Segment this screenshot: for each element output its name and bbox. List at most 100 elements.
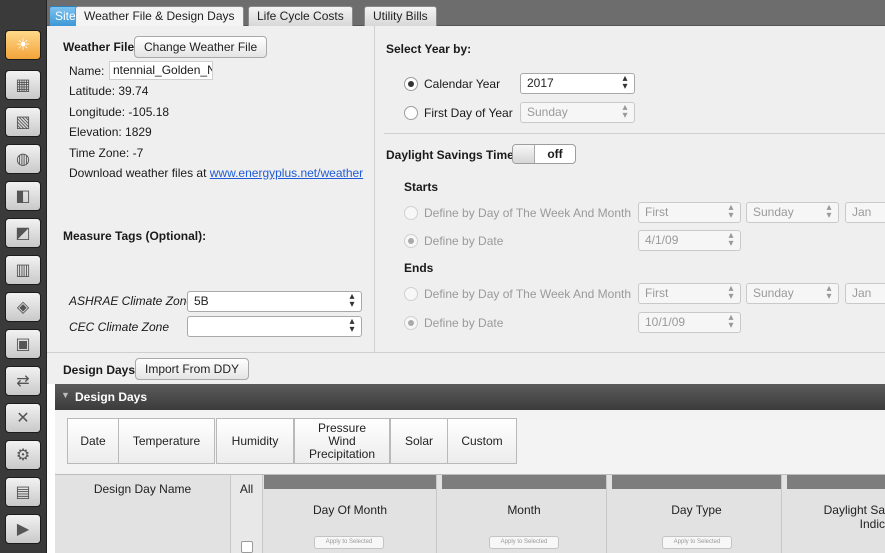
weather-name-label: Name: bbox=[69, 64, 105, 78]
apply-to-selected-button[interactable]: Apply to Selected bbox=[489, 536, 559, 549]
field-tab-humidity[interactable]: Humidity bbox=[216, 418, 294, 464]
stepper-arrows-icon: ▴ ▾ bbox=[728, 312, 734, 331]
daylight-savings-toggle[interactable]: off bbox=[512, 144, 576, 164]
select-arrows-icon: ▴ ▾ bbox=[349, 316, 355, 335]
column-header-design-day-name[interactable]: Design Day Name bbox=[55, 475, 231, 553]
schedules-calendar-icon[interactable]: ▦ bbox=[5, 70, 41, 100]
hvac-tab[interactable]: ⇄ bbox=[5, 366, 41, 396]
start-month-select[interactable]: Jan bbox=[845, 202, 885, 223]
apply-to-selected-button[interactable]: Apply to Selected bbox=[314, 536, 384, 549]
select-arrows-icon: ▴ ▾ bbox=[622, 73, 628, 92]
collapse-triangle-icon[interactable]: ▼ bbox=[61, 390, 70, 400]
apply-to-selected-button[interactable]: Apply to Selected bbox=[662, 536, 732, 549]
scripts-tab[interactable]: ▤ bbox=[5, 477, 41, 507]
tab-weather-file-design-days[interactable]: Weather File & Design Days bbox=[75, 6, 244, 26]
main-toolbar: ☀ ▦ ▧ ◍ ◧ ◩ ▥ ◈ ▣ ⇄ ✕ ⚙ ▤ ▶ bbox=[0, 0, 47, 553]
loads-tab[interactable]: ◍ bbox=[5, 144, 41, 174]
select-all-checkbox[interactable] bbox=[241, 541, 253, 553]
dst-ends-heading: Ends bbox=[404, 261, 434, 275]
column-header-bar bbox=[442, 475, 606, 489]
facility-tab[interactable]: ▥ bbox=[5, 255, 41, 285]
start-by-week-radio[interactable]: Define by Day of The Week And Month bbox=[404, 206, 631, 220]
calendar-year-radio[interactable]: Calendar Year bbox=[404, 77, 500, 91]
field-tab-date[interactable]: Date bbox=[67, 418, 119, 464]
column-header-all[interactable]: All bbox=[231, 475, 263, 553]
run-simulation-tab[interactable]: ▶ bbox=[5, 514, 41, 544]
ashrae-climate-zone-select[interactable]: 5B ▴ ▾ bbox=[187, 291, 362, 312]
start-week-value: First bbox=[645, 205, 669, 219]
stepper-arrows-icon: ▴ ▾ bbox=[728, 230, 734, 249]
design-day-name-title: Design Day Name bbox=[93, 482, 192, 496]
column-header-day-of-month[interactable]: Day Of Month Apply to Selected bbox=[264, 475, 437, 553]
weather-name-field[interactable]: ntennial_Golden_Nr bbox=[109, 61, 213, 80]
calendar-year-label: Calendar Year bbox=[424, 77, 501, 91]
column-header-month[interactable]: Month Apply to Selected bbox=[442, 475, 607, 553]
tab-life-cycle-costs[interactable]: Life Cycle Costs bbox=[248, 6, 353, 26]
end-date-value: 10/1/09 bbox=[645, 315, 686, 329]
facility-icon: ▥ bbox=[15, 260, 31, 279]
radio-button[interactable] bbox=[404, 206, 418, 220]
calendar-year-select[interactable]: 2017 ▴ ▾ bbox=[520, 73, 635, 94]
measures-tab[interactable]: ✕ bbox=[5, 403, 41, 433]
field-tab-pressure-wind-precipitation[interactable]: Pressure Wind Precipitation bbox=[294, 418, 390, 464]
tab-utility-bills[interactable]: Utility Bills bbox=[364, 6, 437, 26]
ashrae-climate-zone-value: 5B bbox=[194, 294, 209, 308]
timezone-text: Time Zone: -7 bbox=[69, 146, 144, 160]
radio-button[interactable] bbox=[404, 287, 418, 301]
start-week-select[interactable]: First ▴ ▾ bbox=[638, 202, 741, 223]
day-type-title: Day Type bbox=[671, 503, 722, 517]
field-tab-custom[interactable]: Custom bbox=[447, 418, 517, 464]
column-header-bar bbox=[612, 475, 781, 489]
column-header-day-type[interactable]: Day Type Apply to Selected bbox=[612, 475, 782, 553]
start-date-value: 4/1/09 bbox=[645, 233, 679, 247]
start-by-date-radio[interactable]: Define by Date bbox=[404, 234, 503, 248]
end-month-select[interactable]: Jan bbox=[845, 283, 885, 304]
start-by-week-label: Define by Day of The Week And Month bbox=[424, 206, 632, 220]
space-types-tab[interactable]: ◧ bbox=[5, 181, 41, 211]
simulation-settings-tab[interactable]: ⚙ bbox=[5, 440, 41, 470]
start-by-date-label: Define by Date bbox=[424, 234, 504, 248]
end-by-week-label: Define by Day of The Week And Month bbox=[424, 287, 632, 301]
spaces-tab[interactable]: ◈ bbox=[5, 292, 41, 322]
select-arrows-icon: ▴ ▾ bbox=[826, 202, 832, 221]
change-weather-file-button[interactable]: Change Weather File bbox=[134, 36, 268, 58]
design-days-section-header[interactable]: ▼ Design Days bbox=[55, 384, 885, 410]
cec-climate-zone-select[interactable]: ▴ ▾ bbox=[187, 316, 362, 337]
first-day-of-year-radio[interactable]: First Day of Year bbox=[404, 106, 513, 120]
elevation-text: Elevation: 1829 bbox=[69, 125, 152, 139]
spaces-icon: ◈ bbox=[16, 297, 30, 316]
first-day-of-year-label: First Day of Year bbox=[424, 106, 513, 120]
energyplus-weather-link[interactable]: www.energyplus.net/weather bbox=[210, 166, 363, 180]
thermal-zones-tab[interactable]: ▣ bbox=[5, 329, 41, 359]
ashrae-climate-zone-label: ASHRAE Climate Zone bbox=[69, 294, 194, 308]
geometry-tab[interactable]: ◩ bbox=[5, 218, 41, 248]
end-date-stepper[interactable]: 10/1/09 ▴ ▾ bbox=[638, 312, 741, 333]
end-week-select[interactable]: First ▴ ▾ bbox=[638, 283, 741, 304]
radio-button[interactable] bbox=[404, 106, 418, 120]
import-from-ddy-button[interactable]: Import From DDY bbox=[135, 358, 250, 380]
cec-climate-zone-label: CEC Climate Zone bbox=[69, 320, 170, 334]
start-date-stepper[interactable]: 4/1/09 ▴ ▾ bbox=[638, 230, 741, 251]
radio-button[interactable] bbox=[404, 77, 418, 91]
select-arrows-icon: ▴ ▾ bbox=[728, 202, 734, 221]
end-by-date-radio[interactable]: Define by Date bbox=[404, 316, 503, 330]
geometry-icon: ◩ bbox=[15, 223, 31, 242]
dst-starts-heading: Starts bbox=[404, 180, 439, 194]
end-day-select[interactable]: Sunday ▴ ▾ bbox=[746, 283, 839, 304]
first-day-of-year-select[interactable]: Sunday ▴ ▾ bbox=[520, 102, 635, 123]
column-header-daylight-savings[interactable]: Daylight Sa Indic bbox=[787, 475, 885, 553]
field-tab-solar[interactable]: Solar bbox=[390, 418, 448, 464]
toggle-state: off bbox=[547, 147, 563, 161]
simulation-settings-icon: ⚙ bbox=[15, 445, 31, 464]
constructions-tab[interactable]: ▧ bbox=[5, 107, 41, 137]
measure-tags-heading: Measure Tags (Optional): bbox=[63, 229, 207, 243]
radio-button[interactable] bbox=[404, 316, 418, 330]
start-day-select[interactable]: Sunday ▴ ▾ bbox=[746, 202, 839, 223]
column-header-bar bbox=[787, 475, 885, 489]
radio-button[interactable] bbox=[404, 234, 418, 248]
select-arrows-icon: ▴ ▾ bbox=[622, 102, 628, 121]
design-days-grid: Design Day Name All Day Of Month Apply t… bbox=[55, 474, 885, 553]
field-tab-temperature[interactable]: Temperature bbox=[118, 418, 215, 464]
site-tab-sun-icon[interactable]: ☀ bbox=[5, 30, 41, 60]
end-by-week-radio[interactable]: Define by Day of The Week And Month bbox=[404, 287, 631, 301]
